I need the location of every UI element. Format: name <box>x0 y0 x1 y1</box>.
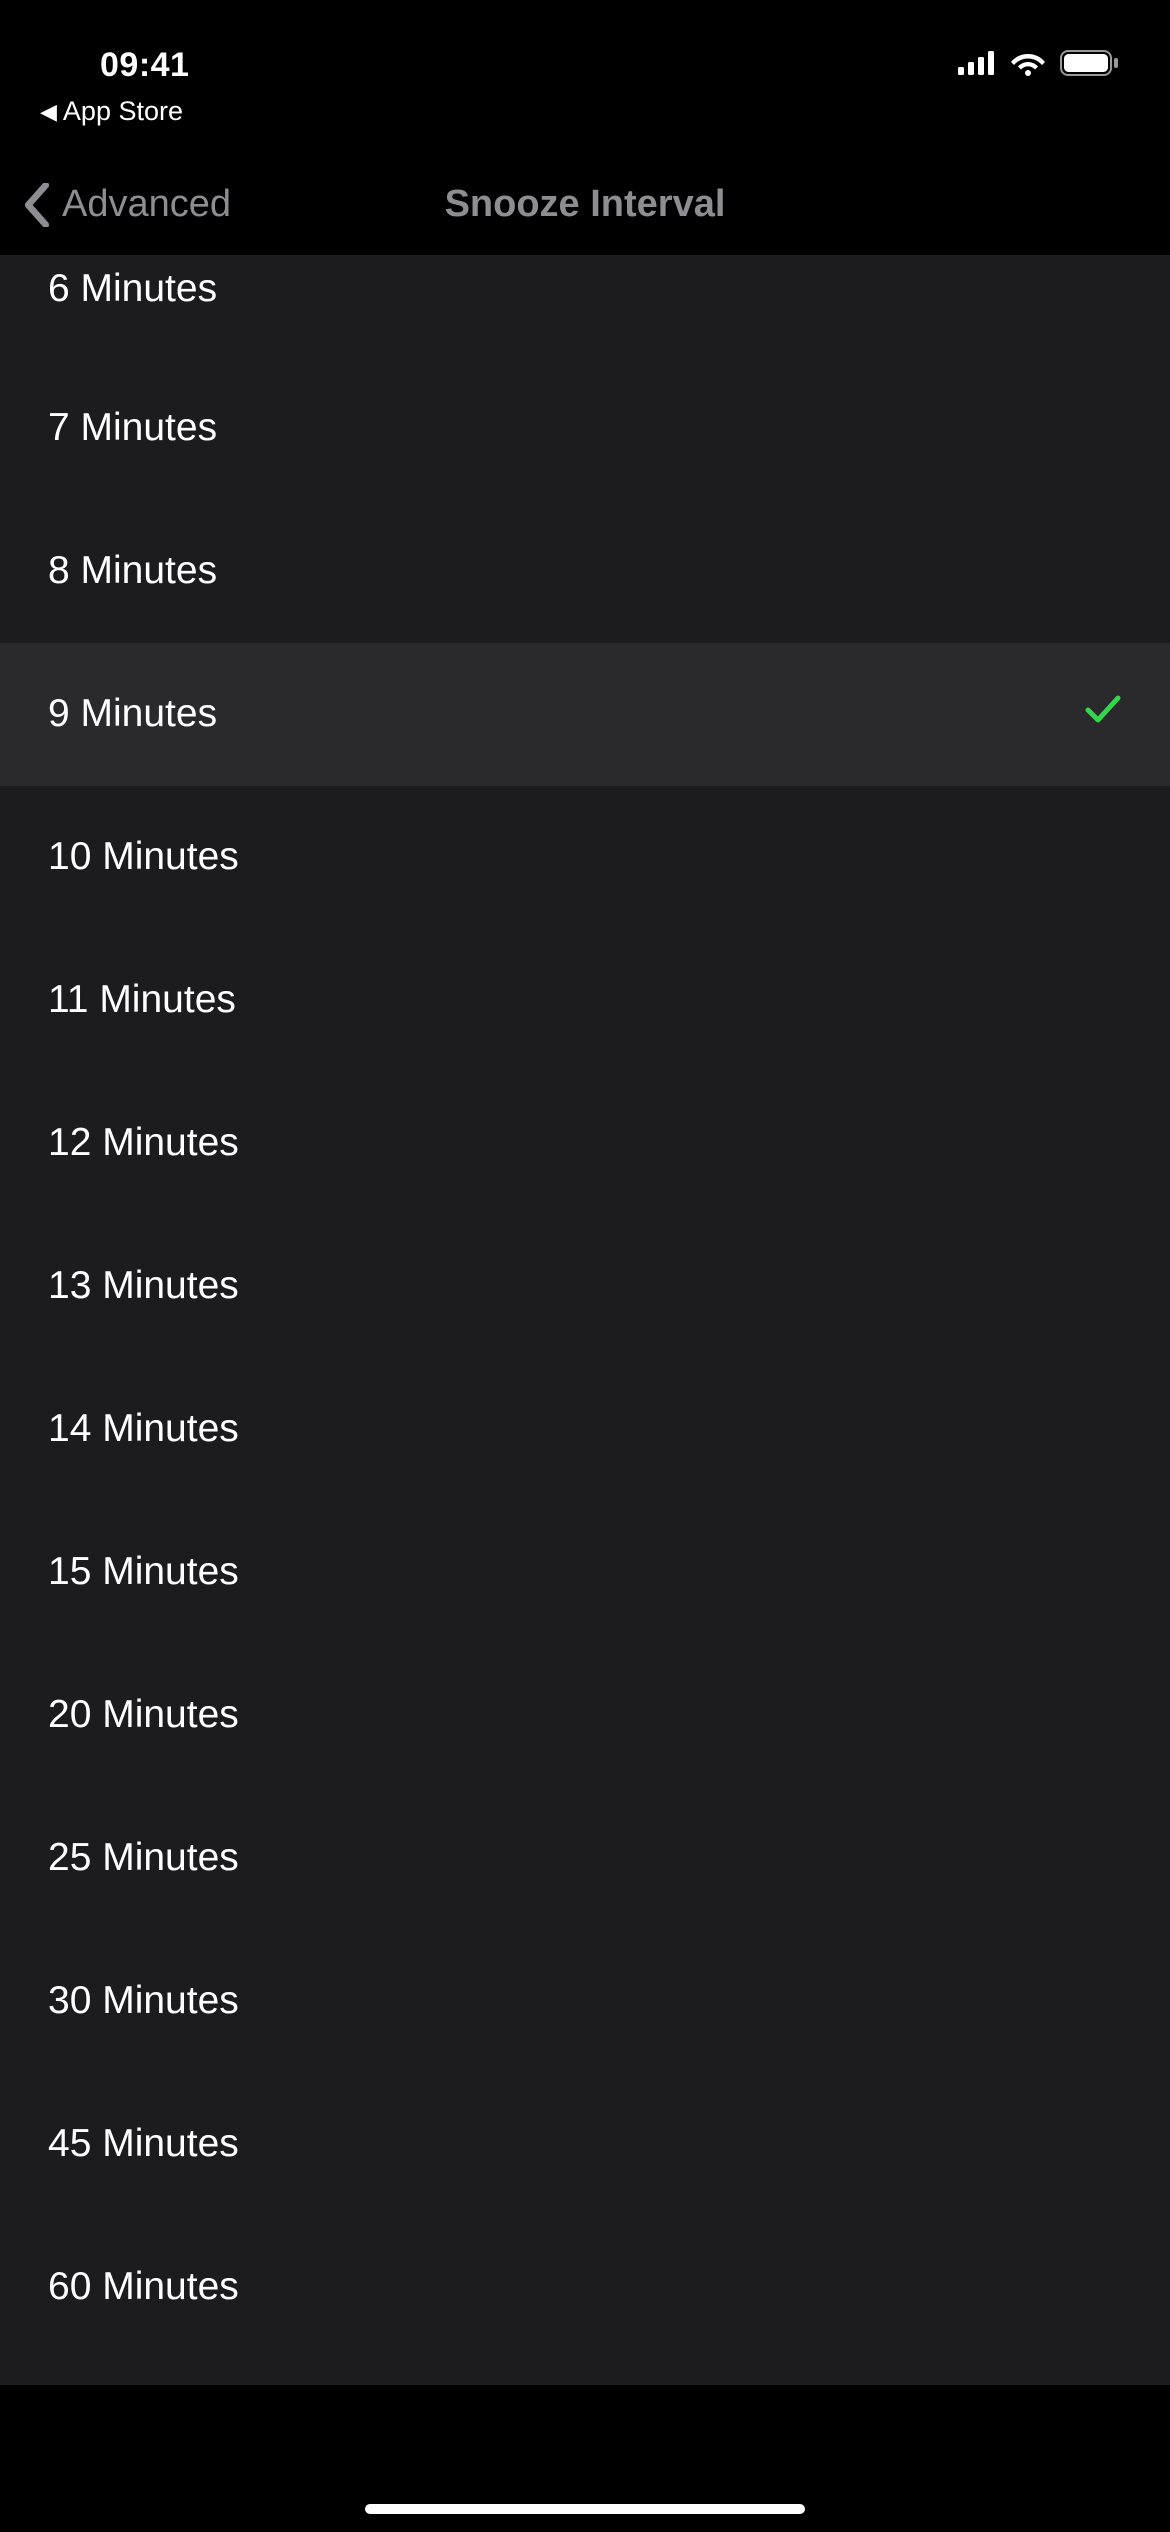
snooze-option-label: 60 Minutes <box>48 2265 239 2309</box>
snooze-option-row[interactable]: 25 Minutes <box>0 1787 1170 1930</box>
snooze-option-label: 25 Minutes <box>48 1836 239 1880</box>
home-indicator[interactable] <box>365 2504 805 2514</box>
battery-icon <box>1060 50 1120 81</box>
nav-bar: Advanced Snooze Interval <box>0 155 1170 255</box>
snooze-option-row[interactable]: 7 Minutes <box>0 357 1170 500</box>
snooze-option-row[interactable]: 15 Minutes <box>0 1501 1170 1644</box>
cellular-icon <box>958 51 996 80</box>
chevron-left-icon <box>22 183 52 227</box>
snooze-option-label: 8 Minutes <box>48 549 217 593</box>
checkmark-icon <box>1084 692 1122 736</box>
snooze-option-row[interactable]: 60 Minutes <box>0 2216 1170 2359</box>
snooze-option-row[interactable]: 8 Minutes <box>0 500 1170 643</box>
snooze-option-label: 14 Minutes <box>48 1407 239 1451</box>
snooze-option-row[interactable]: 20 Minutes <box>0 1644 1170 1787</box>
back-button[interactable]: Advanced <box>0 183 231 227</box>
page-title: Snooze Interval <box>445 183 726 226</box>
snooze-option-row[interactable]: 14 Minutes <box>0 1358 1170 1501</box>
status-time: 09:41 <box>100 46 189 85</box>
snooze-option-label: 6 Minutes <box>48 267 217 311</box>
snooze-option-row[interactable]: 9 Minutes <box>0 643 1170 786</box>
snooze-option-row[interactable]: 10 Minutes <box>0 786 1170 929</box>
snooze-interval-list: 6 Minutes 7 Minutes 8 Minutes 9 Minutes 10 M… <box>0 255 1170 2385</box>
snooze-option-row[interactable]: 45 Minutes <box>0 2073 1170 2216</box>
wifi-icon <box>1010 50 1046 81</box>
snooze-option-label: 10 Minutes <box>48 835 239 879</box>
snooze-option-label: 12 Minutes <box>48 1121 239 1165</box>
snooze-option-label: 30 Minutes <box>48 1979 239 2023</box>
snooze-option-row[interactable]: 11 Minutes <box>0 929 1170 1072</box>
breadcrumb-label: App Store <box>63 96 183 127</box>
back-triangle-icon: ◀ <box>40 99 57 125</box>
status-bar: 09:41 <box>0 0 1170 100</box>
snooze-option-row[interactable]: 13 Minutes <box>0 1215 1170 1358</box>
snooze-option-row[interactable]: 30 Minutes <box>0 1930 1170 2073</box>
snooze-option-label: 9 Minutes <box>48 692 217 736</box>
snooze-option-label: 13 Minutes <box>48 1264 239 1308</box>
snooze-option-row[interactable]: 12 Minutes <box>0 1072 1170 1215</box>
snooze-option-row[interactable]: 6 Minutes <box>0 255 1170 357</box>
return-to-app-store[interactable]: ◀ App Store <box>0 96 1170 127</box>
back-label: Advanced <box>62 183 231 226</box>
status-indicators <box>958 50 1120 81</box>
snooze-option-label: 15 Minutes <box>48 1550 239 1594</box>
snooze-option-label: 7 Minutes <box>48 406 217 450</box>
snooze-option-label: 11 Minutes <box>48 978 236 1022</box>
snooze-option-label: 20 Minutes <box>48 1693 239 1737</box>
bottom-bar <box>0 2450 1170 2532</box>
snooze-option-label: 45 Minutes <box>48 2122 239 2166</box>
